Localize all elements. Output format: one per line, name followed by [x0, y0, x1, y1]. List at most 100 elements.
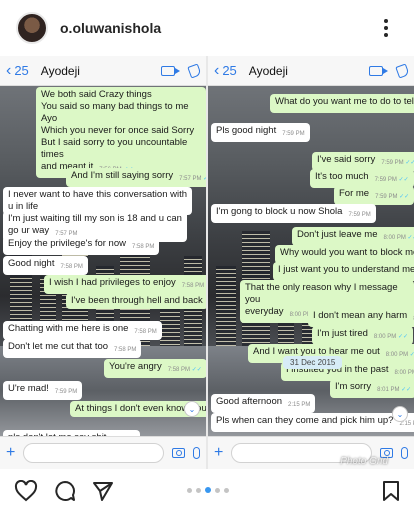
contact-name[interactable]: Ayodeji	[41, 64, 80, 78]
message-text: Good night	[8, 258, 55, 269]
message-text: go ur way	[8, 225, 50, 236]
message-time: 7:58 PM	[132, 244, 155, 250]
heart-icon[interactable]	[14, 479, 38, 502]
carousel-indicator	[187, 487, 229, 493]
message-sent[interactable]: What do you want me to do to tell me7:59…	[270, 94, 414, 113]
message-text: You said so many bad things to me Ayo	[41, 101, 189, 124]
plus-icon[interactable]: +	[6, 445, 15, 461]
share-icon[interactable]	[92, 480, 114, 502]
message-text: I never want to have this conversation w…	[8, 189, 188, 200]
message-text: I've been through hell and back	[71, 295, 203, 306]
message-time: 7:58 PM	[114, 347, 137, 353]
message-sent[interactable]: I've been through hell and back	[66, 293, 206, 309]
scroll-down-icon[interactable]: ⌄	[392, 406, 408, 422]
message-text: Pls when can they come and pick him up?	[216, 415, 394, 426]
back-button[interactable]: ‹ 25	[6, 61, 29, 79]
phone-icon[interactable]	[395, 62, 410, 79]
mic-icon[interactable]	[401, 447, 408, 459]
message-time: 7:59 PM	[282, 131, 305, 137]
post-photo: ‹ 25 Ayodeji We both said Crazy things You…	[0, 56, 414, 469]
message-received[interactable]: U're mad! 7:59 PM	[3, 381, 83, 400]
post-header: o.oluwanishola	[0, 0, 414, 56]
message-sent[interactable]: Don't just leave me 8:00 PM	[292, 227, 414, 246]
carousel-dot-active[interactable]	[205, 487, 211, 493]
camera-icon[interactable]	[172, 448, 185, 458]
message-text: What do you want me to do to tell me	[275, 96, 414, 107]
message-received[interactable]: Pls good night 7:59 PM	[211, 123, 310, 142]
message-text: And I'm still saying sorry	[71, 170, 174, 181]
message-sent[interactable]: For me 7:59 PM	[334, 186, 414, 205]
date-separator: 31 Dec 2015	[283, 356, 343, 369]
message-text: Which you never for once said Sorry	[41, 125, 195, 136]
message-text: I'm just tired	[317, 328, 368, 339]
message-input[interactable]	[23, 443, 164, 463]
watermark: Photo Grid	[340, 456, 388, 467]
message-time: 7:59 PM	[375, 177, 409, 183]
message-text: I'm gong to block u now Shola	[216, 206, 343, 217]
message-text: But I said sorry to you uncountable time…	[41, 137, 188, 160]
message-time: 7:59 PM	[381, 160, 414, 166]
avatar[interactable]	[16, 12, 48, 44]
message-sent[interactable]: And I'm still saying sorry 7:57 PM	[66, 168, 206, 187]
message-text: I wish I had privileges to enjoy	[49, 277, 176, 288]
message-sent[interactable]: I don't mean any harm8:00 PM	[308, 308, 414, 327]
message-time: 7:59 PM	[348, 212, 371, 218]
message-text: Don't just leave me	[297, 229, 378, 240]
message-sent[interactable]: We both said Crazy things You said so man…	[36, 87, 206, 178]
message-sent[interactable]: You're angry 7:58 PM	[104, 359, 206, 378]
message-sent[interactable]: I wish I had privileges to enjoy 7:58 PM	[44, 275, 206, 294]
plus-icon[interactable]: +	[214, 445, 223, 461]
message-received[interactable]: Good afternoon 2:15 PM	[211, 394, 316, 413]
message-received[interactable]: Good night 7:58 PM	[3, 256, 88, 275]
message-time: 8:00 PM	[394, 370, 414, 376]
message-sent[interactable]: I just want you to understand me8:00 PM	[273, 262, 414, 281]
message-received[interactable]: Pls when can they come and pick him up? 2…	[211, 413, 414, 432]
message-text: Good afternoon	[216, 396, 283, 407]
scroll-down-icon[interactable]: ⌄	[184, 401, 200, 417]
message-time: 7:57 PM	[179, 176, 206, 182]
mic-icon[interactable]	[193, 447, 200, 459]
message-time: 7:58 PM	[182, 283, 206, 289]
message-text: U're mad!	[8, 383, 49, 394]
carousel-dot[interactable]	[215, 487, 220, 493]
message-text: I don't mean any harm	[313, 310, 408, 321]
message-time: 8:00 PM	[386, 352, 414, 358]
message-time: 7:58 PM	[60, 264, 83, 270]
message-text: I'm just waiting till my son is 18 and u…	[8, 213, 182, 224]
phone-icon[interactable]	[187, 62, 202, 79]
carousel-dot[interactable]	[224, 487, 229, 493]
message-time: 8:00 PM	[384, 235, 414, 241]
carousel-dot[interactable]	[187, 487, 192, 493]
message-text: It's too much	[315, 171, 369, 182]
message-text: Why would you want to block me	[280, 247, 414, 258]
message-sent[interactable]: I'm sorry 8:01 PM	[330, 379, 414, 398]
chevron-left-icon: ‹	[6, 61, 12, 79]
message-sent[interactable]: I'm just tired 8:00 PM	[312, 326, 414, 345]
carousel-dot[interactable]	[196, 487, 201, 493]
message-text: Chatting with me here is one	[8, 323, 129, 334]
chat-header: ‹ 25 Ayodeji	[0, 56, 206, 86]
message-received[interactable]: Chatting with me here is one 7:58 PM	[3, 321, 162, 340]
message-text: everyday	[245, 306, 284, 317]
message-time: 7:59 PM	[375, 194, 409, 200]
message-time: 8:00 PM	[374, 334, 408, 340]
bookmark-icon[interactable]	[382, 480, 400, 502]
message-received[interactable]: I'm gong to block u now Shola 7:59 PM	[211, 204, 376, 223]
message-text: I just want you to understand me	[278, 264, 414, 275]
video-icon[interactable]	[369, 65, 388, 76]
message-time: 7:58 PM	[168, 367, 202, 373]
message-received[interactable]: Enjoy the privilege's for now 7:58 PM	[3, 236, 160, 255]
message-text: I've said sorry	[317, 154, 376, 165]
more-vertical-icon[interactable]	[384, 19, 388, 37]
message-time: 8:01 PM	[377, 387, 411, 393]
chat-header: ‹ 25 Ayodeji	[208, 56, 414, 86]
back-button[interactable]: ‹ 25	[214, 62, 237, 79]
comment-icon[interactable]	[54, 480, 76, 502]
message-text: Enjoy the privilege's for now	[8, 238, 126, 249]
message-received[interactable]: Don't let me cut that too 7:58 PM	[3, 339, 142, 358]
message-text: Don't let me cut that too	[8, 341, 109, 352]
contact-name[interactable]: Ayodeji	[249, 64, 288, 78]
video-icon[interactable]	[161, 65, 180, 76]
chat-screenshot-right: ‹ 25 Ayodeji What do you want me to do to…	[208, 56, 414, 469]
username[interactable]: o.oluwanishola	[60, 20, 161, 36]
